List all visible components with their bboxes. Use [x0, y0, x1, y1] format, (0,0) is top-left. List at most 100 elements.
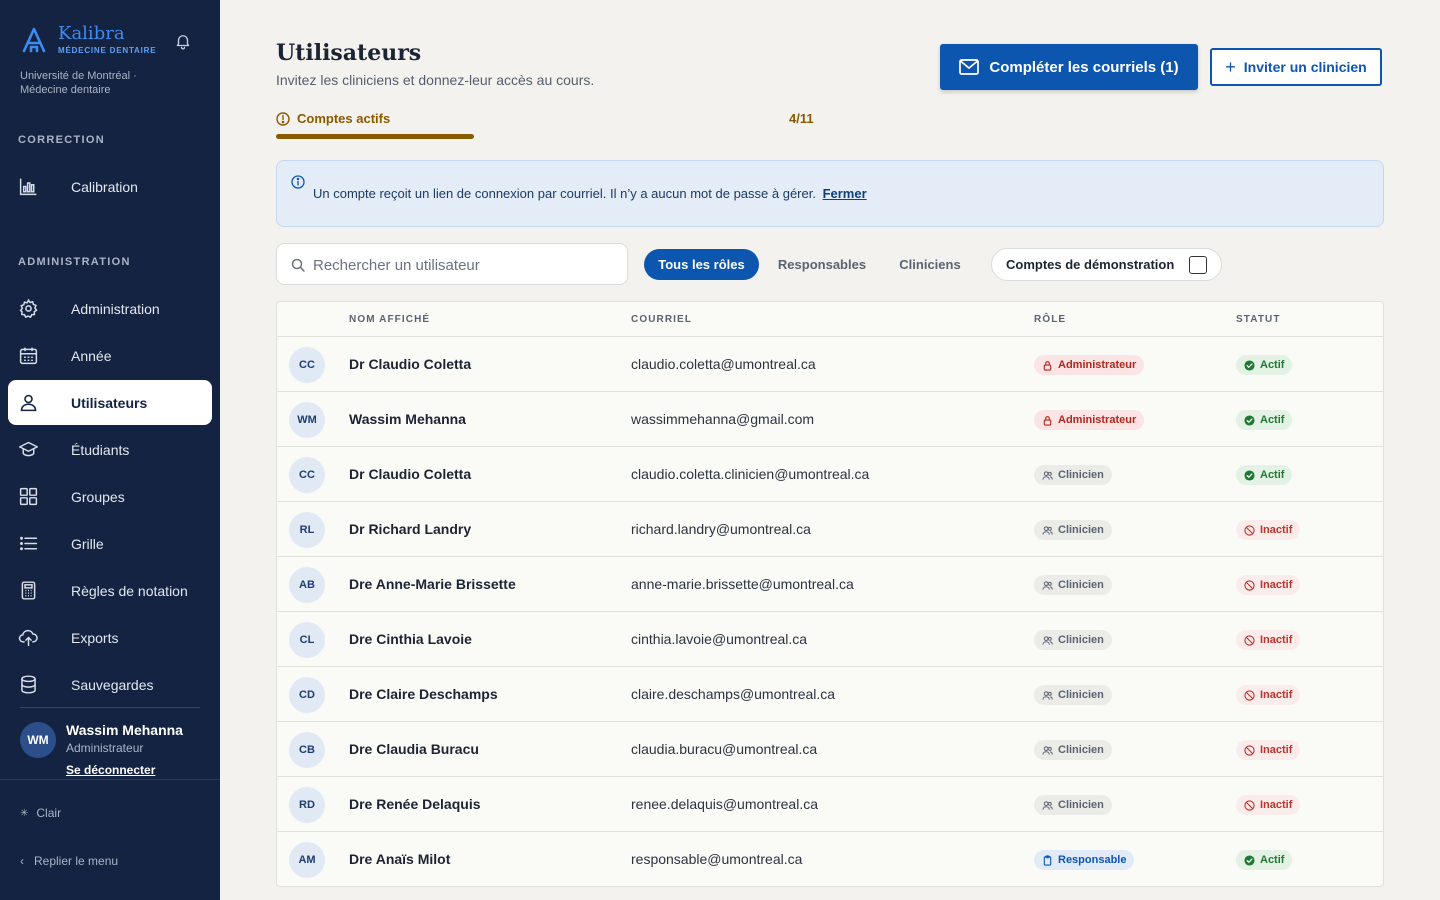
table-row[interactable]: CD Dre Claire Deschamps claire.deschamps@u… — [277, 667, 1383, 722]
check-circle-icon — [1244, 414, 1255, 426]
clipboard-icon — [1043, 854, 1052, 866]
invite-clinician-button[interactable]: + Inviter un clinicien — [1210, 48, 1382, 86]
table-row[interactable]: WM Wassim Mehanna wassimmehanna@gmail.com A… — [277, 392, 1383, 447]
sidebar-item-label: Étudiants — [71, 441, 130, 458]
users-icon — [1042, 690, 1053, 700]
search-input[interactable] — [313, 253, 613, 277]
close-banner-link[interactable]: Fermer — [823, 186, 867, 201]
brand[interactable]: Kalibra MÉDECINE DENTAIRE — [20, 24, 156, 55]
table-row[interactable]: CC Dr Claudio Coletta claudio.coletta.clin… — [277, 447, 1383, 502]
avatar: RL — [289, 512, 325, 548]
users-icon — [1042, 635, 1053, 645]
ban-icon — [1244, 689, 1255, 701]
list-icon — [20, 536, 38, 551]
plus-icon: + — [1225, 57, 1236, 77]
sidebar-item-etudiants[interactable]: Étudiants — [8, 427, 212, 472]
status-badge: Actif — [1236, 410, 1293, 430]
ban-icon — [1244, 579, 1255, 591]
role-badge: Clinicien — [1034, 575, 1112, 595]
user-display-name: Dr Richard Landry — [349, 521, 472, 537]
user-email: anne-marie.brissette@umontreal.ca — [631, 576, 854, 592]
filter-all-roles[interactable]: Tous les rôles — [644, 249, 759, 280]
column-header-name[interactable]: NOM AFFICHÉ — [349, 314, 430, 325]
active-accounts-text: Comptes actifs — [297, 111, 391, 126]
sidebar-item-utilisateurs[interactable]: Utilisateurs — [8, 380, 212, 425]
role-badge: Clinicien — [1034, 630, 1112, 650]
theme-label: Clair — [36, 806, 62, 820]
ban-icon — [1244, 799, 1255, 811]
users-icon — [1042, 525, 1053, 535]
role-badge-label: Administrateur — [1058, 414, 1137, 426]
user-email: claudio.coletta.clinicien@umontreal.ca — [631, 466, 870, 482]
column-header-status[interactable]: STATUT — [1236, 314, 1281, 325]
collapse-menu-button[interactable]: ‹ Replier le menu — [20, 854, 118, 868]
role-badge: Clinicien — [1034, 685, 1112, 705]
column-header-email[interactable]: COURRIEL — [631, 314, 692, 325]
user-display-name: Dre Cinthia Lavoie — [349, 631, 472, 647]
calculator-icon — [21, 581, 36, 600]
table-row[interactable]: CB Dre Claudia Buracu claudia.buracu@umont… — [277, 722, 1383, 777]
bell-icon[interactable] — [174, 32, 192, 50]
status-badge: Inactif — [1236, 630, 1301, 650]
avatar: AB — [289, 567, 325, 603]
demo-accounts-toggle[interactable]: Comptes de démonstration — [991, 248, 1222, 281]
institution-name: Université de Montréal · Médecine dentai… — [20, 70, 137, 96]
sidebar-item-exports[interactable]: Exports — [8, 615, 212, 660]
sidebar-item-regles-notation[interactable]: Règles de notation — [8, 568, 212, 613]
status-badge-label: Inactif — [1260, 579, 1293, 591]
kalibra-logo-icon — [22, 27, 46, 52]
complete-emails-button[interactable]: Compléter les courriels (1) — [940, 44, 1198, 90]
role-badge-label: Clinicien — [1058, 634, 1104, 646]
filter-responsables[interactable]: Responsables — [767, 249, 877, 280]
table-row[interactable]: RL Dr Richard Landry richard.landry@umontr… — [277, 502, 1383, 557]
table-row[interactable]: CL Dre Cinthia Lavoie cinthia.lavoie@umont… — [277, 612, 1383, 667]
search-icon — [291, 258, 305, 272]
role-badge: Clinicien — [1034, 795, 1112, 815]
avatar: WM — [20, 722, 56, 758]
logout-link[interactable]: Se déconnecter — [66, 763, 155, 777]
sidebar-item-groupes[interactable]: Groupes — [8, 474, 212, 519]
info-banner: Un compte reçoit un lien de connexion pa… — [276, 160, 1384, 227]
user-email: cinthia.lavoie@umontreal.ca — [631, 631, 808, 647]
status-badge-label: Actif — [1260, 469, 1285, 481]
sidebar-item-label: Administration — [71, 300, 160, 317]
page-title: Utilisateurs — [276, 40, 422, 66]
table-row[interactable]: CC Dr Claudio Coletta claudio.coletta@umon… — [277, 337, 1383, 392]
table-row[interactable]: AM Dre Anaïs Milot responsable@umontreal.c… — [277, 832, 1383, 886]
filter-cliniciens[interactable]: Cliniciens — [887, 249, 973, 280]
sidebar-item-label: Année — [71, 347, 112, 364]
table-row[interactable]: AB Dre Anne-Marie Brissette anne-marie.bri… — [277, 557, 1383, 612]
info-icon — [291, 175, 305, 189]
avatar: WM — [289, 402, 325, 438]
user-email: claudio.coletta@umontreal.ca — [631, 356, 816, 372]
lock-icon — [1043, 360, 1052, 371]
sidebar-item-calibration[interactable]: Calibration — [8, 164, 212, 209]
status-badge-label: Inactif — [1260, 689, 1293, 701]
info-banner-text: Un compte reçoit un lien de connexion pa… — [313, 186, 867, 201]
column-header-role[interactable]: RÔLE — [1034, 314, 1066, 325]
sidebar: Kalibra MÉDECINE DENTAIRE Université de … — [0, 0, 220, 900]
sidebar-item-annee[interactable]: Année — [8, 333, 212, 378]
avatar: CB — [289, 732, 325, 768]
active-accounts-label: Comptes actifs — [276, 111, 390, 126]
status-badge-label: Inactif — [1260, 634, 1293, 646]
page-subtitle: Invitez les cliniciens et donnez-leur ac… — [276, 72, 595, 88]
user-display-name: Dre Claudia Buracu — [349, 741, 479, 757]
role-badge: Administrateur — [1034, 355, 1145, 375]
user-display-name: Dre Claire Deschamps — [349, 686, 498, 702]
table-row[interactable]: RD Dre Renée Delaquis renee.delaquis@umont… — [277, 777, 1383, 832]
sidebar-item-grille[interactable]: Grille — [8, 521, 212, 566]
status-badge-label: Actif — [1260, 414, 1285, 426]
database-icon — [21, 675, 36, 694]
sidebar-item-sauvegardes[interactable]: Sauvegardes — [8, 662, 212, 707]
section-label-administration: ADMINISTRATION — [18, 256, 131, 268]
complete-emails-label: Compléter les courriels (1) — [989, 58, 1179, 76]
user-email: wassimmehanna@gmail.com — [631, 411, 815, 427]
ban-icon — [1244, 634, 1255, 646]
collapse-menu-label: Replier le menu — [34, 854, 119, 868]
demo-accounts-checkbox[interactable] — [1189, 256, 1207, 274]
theme-toggle[interactable]: ✳ Clair — [20, 806, 61, 820]
sidebar-item-administration[interactable]: Administration — [8, 286, 212, 331]
sidebar-item-label: Exports — [71, 629, 119, 646]
warning-circle-icon — [276, 111, 290, 126]
